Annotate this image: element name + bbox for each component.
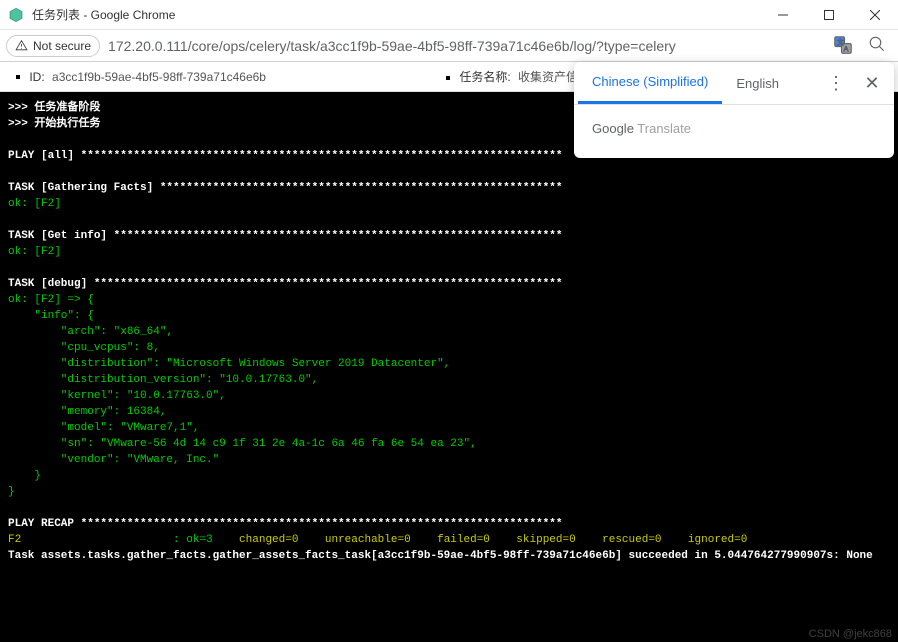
log-line: "memory": 16384, [8, 406, 166, 418]
log-line: TASK [Get info] ************************… [8, 230, 563, 242]
log-line: >>> 开始执行任务 [8, 118, 100, 130]
translate-menu-icon[interactable]: ⋮ [818, 73, 854, 94]
google-translate-brand: Google Translate [592, 121, 691, 136]
zoom-icon[interactable] [868, 35, 886, 56]
task-id-label: ID: [29, 70, 44, 84]
task-id-value: a3cc1f9b-59ae-4bf5-98ff-739a71c46e6b [52, 70, 266, 84]
log-line: "arch": "x86_64", [8, 326, 173, 338]
window-title: 任务列表 - Google Chrome [32, 6, 760, 23]
google-translate-popup: Chinese (Simplified) English ⋮ ✕ Google … [574, 62, 894, 158]
task-name-field: 任务名称: 收集资产信息 [446, 68, 590, 85]
log-line: TASK [debug] ***************************… [8, 278, 563, 290]
terminal-output[interactable]: >>> 任务准备阶段 >>> 开始执行任务 PLAY [all] *******… [0, 92, 898, 642]
url-text[interactable]: 172.20.0.111/core/ops/celery/task/a3cc1f… [108, 38, 826, 54]
address-bar: Not secure 172.20.0.111/core/ops/celery/… [0, 30, 898, 62]
log-line: "kernel": "10.0.17763.0", [8, 390, 226, 402]
log-line: ok: [F2] => { [8, 294, 94, 306]
log-line: PLAY [all] *****************************… [8, 150, 563, 162]
log-line: PLAY RECAP *****************************… [8, 518, 563, 530]
log-line: ok: [F2] [8, 246, 61, 258]
recap-host: F2 [8, 534, 21, 546]
log-line: >>> 任务准备阶段 [8, 102, 100, 114]
svg-text:A: A [844, 46, 849, 53]
svg-text:文: 文 [837, 37, 844, 46]
window-controls [760, 0, 898, 29]
log-line: TASK [Gathering Facts] *****************… [8, 182, 563, 194]
log-line: "distribution_version": "10.0.17763.0", [8, 374, 318, 386]
not-secure-chip[interactable]: Not secure [6, 35, 100, 57]
not-secure-label: Not secure [33, 39, 91, 53]
log-line: } [8, 470, 41, 482]
tab-chinese[interactable]: Chinese (Simplified) [578, 62, 722, 104]
log-line: "vendor": "VMware, Inc." [8, 454, 219, 466]
log-line: Task assets.tasks.gather_facts.gather_as… [8, 550, 873, 562]
log-line: "info": { [8, 310, 94, 322]
task-name-label: 任务名称: [459, 70, 510, 84]
recap-stats: changed=0 unreachable=0 failed=0 skipped… [232, 534, 747, 546]
translate-tabs: Chinese (Simplified) English ⋮ ✕ [574, 62, 894, 105]
translate-close-icon[interactable]: ✕ [854, 73, 890, 94]
tab-english[interactable]: English [722, 64, 793, 103]
log-line: "cpu_vcpus": 8, [8, 342, 160, 354]
recap-ok: : ok=3 [173, 534, 232, 546]
translate-body: Google Translate [574, 105, 894, 158]
log-line: "model": "VMware7,1", [8, 422, 199, 434]
maximize-button[interactable] [806, 0, 852, 29]
log-line: "sn": "VMware-56 4d 14 c9 1f 31 2e 4a-1c… [8, 438, 477, 450]
close-button[interactable] [852, 0, 898, 29]
window-titlebar: 任务列表 - Google Chrome [0, 0, 898, 30]
log-line: ok: [F2] [8, 198, 61, 210]
warning-icon [15, 39, 28, 52]
app-icon [8, 7, 24, 23]
log-line: "distribution": "Microsoft Windows Serve… [8, 358, 450, 370]
task-id-field: ID: a3cc1f9b-59ae-4bf5-98ff-739a71c46e6b [16, 70, 266, 84]
google-translate-icon[interactable]: 文A [834, 36, 854, 56]
log-line: } [8, 486, 15, 498]
minimize-button[interactable] [760, 0, 806, 29]
watermark: CSDN @jekc868 [809, 628, 892, 640]
